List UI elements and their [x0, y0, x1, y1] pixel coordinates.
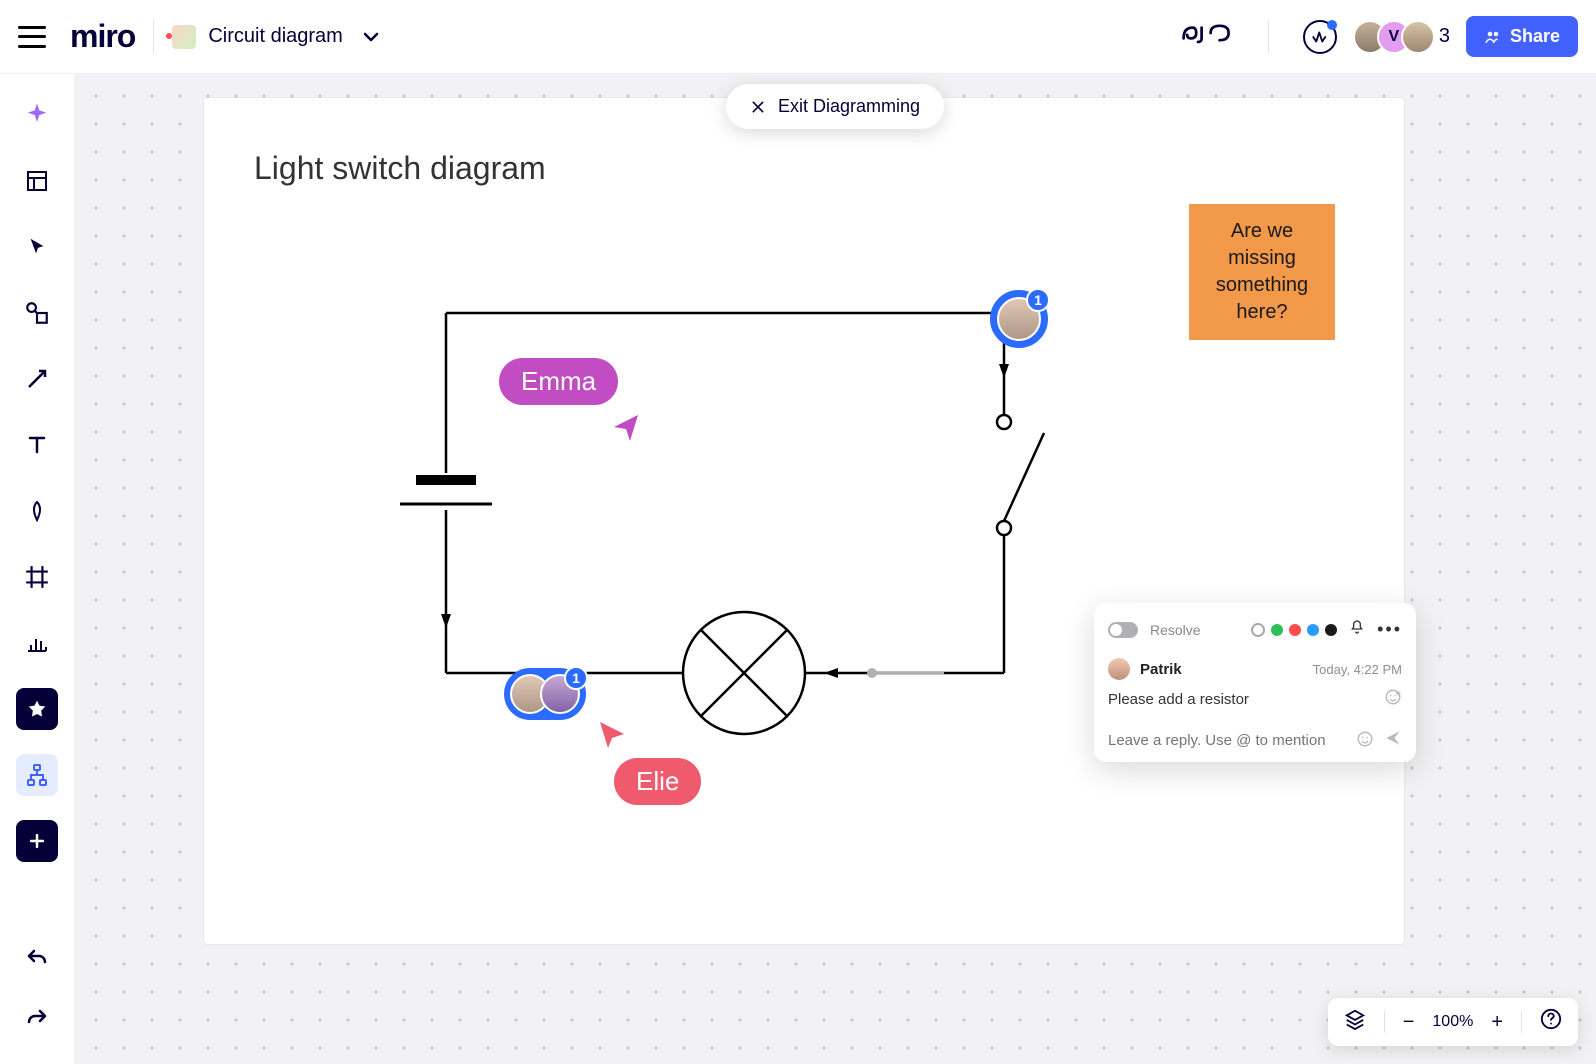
help-icon[interactable] [1540, 1008, 1562, 1036]
reply-input[interactable] [1108, 732, 1346, 749]
more-icon[interactable]: ••• [1377, 619, 1402, 640]
zoom-out-button[interactable]: − [1403, 1011, 1415, 1034]
pen-tool[interactable] [16, 490, 58, 532]
topbar: miro Circuit diagram V 3 Share [0, 0, 1596, 74]
templates-tool[interactable] [16, 160, 58, 202]
comment-thread-marker[interactable]: 1 [504, 668, 586, 720]
resolve-toggle[interactable] [1108, 622, 1138, 638]
share-label: Share [1510, 26, 1560, 47]
collaborator-cursor-label: Elie [614, 758, 701, 805]
text-tool[interactable] [16, 424, 58, 466]
send-icon[interactable] [1384, 729, 1402, 752]
collaborator-count: 3 [1439, 25, 1450, 48]
people-icon [1484, 28, 1502, 46]
color-option[interactable] [1289, 624, 1301, 636]
canvas[interactable]: Light switch diagram [74, 74, 1596, 1064]
more-tool[interactable] [16, 820, 58, 862]
share-button[interactable]: Share [1466, 16, 1578, 57]
comment-author: Patrik [1140, 661, 1303, 678]
board-status-icon [172, 25, 196, 49]
music-icon[interactable] [1180, 20, 1234, 53]
comment-timestamp: Today, 4:22 PM [1313, 662, 1402, 677]
collaborator-avatars[interactable]: V 3 [1353, 20, 1450, 54]
diagram-tool[interactable] [16, 754, 58, 796]
color-option[interactable] [1307, 624, 1319, 636]
connector-tool[interactable] [16, 358, 58, 400]
board-name: Circuit diagram [208, 25, 342, 48]
color-option[interactable] [1251, 623, 1265, 637]
comment-count-badge: 1 [564, 666, 588, 690]
divider [153, 20, 154, 54]
diagram-frame[interactable]: Light switch diagram [204, 98, 1404, 944]
zoom-level[interactable]: 100% [1432, 1013, 1473, 1031]
cursor-arrow-icon [612, 413, 642, 443]
layers-icon[interactable] [1344, 1008, 1366, 1036]
color-option[interactable] [1271, 624, 1283, 636]
comment-popover: Resolve ••• Patrik [1094, 603, 1416, 762]
undo-button[interactable] [16, 938, 58, 980]
main-menu-button[interactable] [18, 26, 46, 48]
miro-logo[interactable]: miro [70, 18, 135, 55]
comment-message: Please add a resistor [1108, 691, 1249, 708]
sticky-text: Are we missing something here? [1216, 220, 1308, 323]
collaborator-cursor-label: Emma [499, 358, 618, 405]
divider [1384, 1011, 1385, 1033]
emoji-icon[interactable] [1356, 730, 1374, 752]
close-icon [750, 99, 766, 115]
frame-tool[interactable] [16, 556, 58, 598]
notification-icon[interactable] [1349, 619, 1365, 640]
cursor-arrow-icon [596, 718, 626, 748]
color-picker[interactable] [1251, 623, 1337, 637]
zoom-controls: − 100% + [1328, 998, 1578, 1046]
select-tool[interactable] [16, 226, 58, 268]
resolve-label: Resolve [1150, 622, 1239, 638]
avatar [1401, 20, 1435, 54]
divider [1521, 1011, 1522, 1033]
redo-button[interactable] [16, 998, 58, 1040]
sticky-tool[interactable] [16, 688, 58, 730]
chart-tool[interactable] [16, 622, 58, 664]
react-icon[interactable] [1384, 688, 1402, 711]
activity-icon[interactable] [1303, 20, 1337, 54]
board-name-dropdown[interactable]: Circuit diagram [172, 25, 382, 49]
exit-label: Exit Diagramming [778, 96, 920, 117]
tool-rail [0, 74, 74, 1064]
color-option[interactable] [1325, 624, 1337, 636]
avatar [1108, 658, 1130, 680]
comment-thread-marker[interactable]: 1 [990, 290, 1048, 348]
ai-tool[interactable] [16, 94, 58, 136]
comment-count-badge: 1 [1026, 288, 1050, 312]
zoom-in-button[interactable]: + [1491, 1011, 1503, 1034]
chevron-down-icon [359, 25, 383, 49]
sticky-note[interactable]: Are we missing something here? [1189, 204, 1335, 340]
shapes-tool[interactable] [16, 292, 58, 334]
exit-diagramming-button[interactable]: Exit Diagramming [726, 84, 944, 129]
divider [1268, 20, 1269, 54]
